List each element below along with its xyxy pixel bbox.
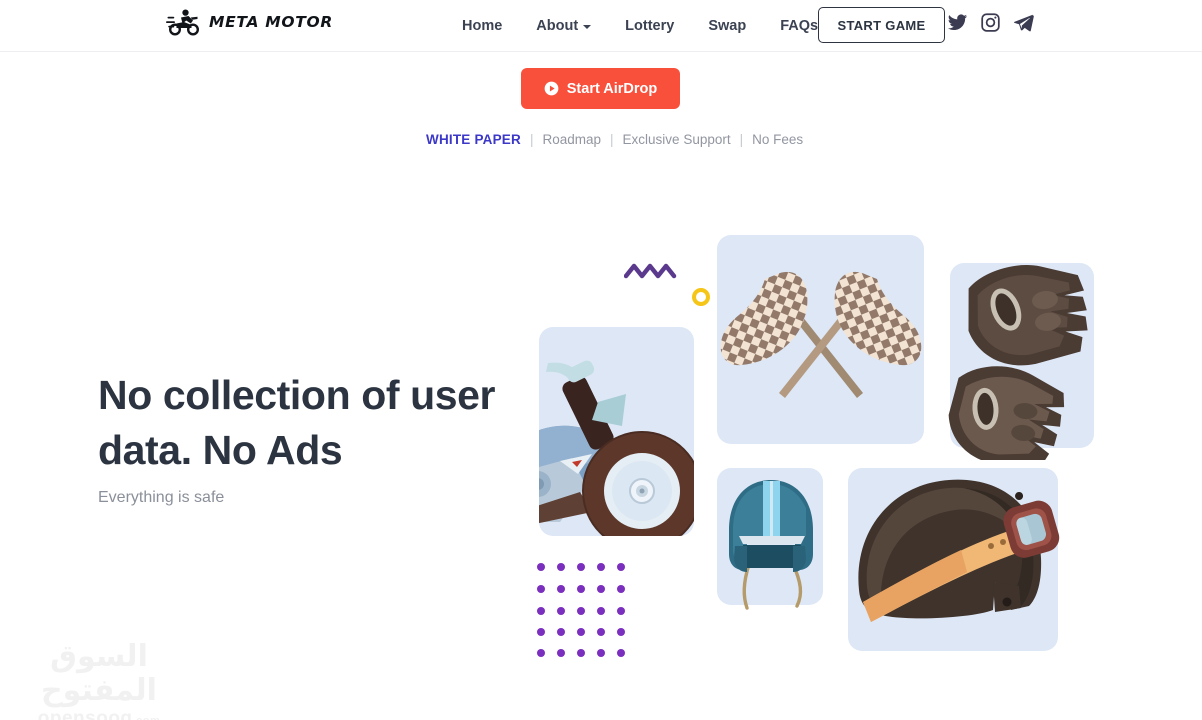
link-white-paper[interactable]: WHITE PAPER (426, 132, 521, 147)
watermark-latin-name: opensooq (37, 708, 133, 720)
link-roadmap[interactable]: Roadmap (542, 132, 601, 147)
checkered-flags-card (717, 235, 924, 444)
start-airdrop-button[interactable]: Start AirDrop (521, 68, 680, 109)
motorcycle-card (539, 327, 694, 536)
motorcycle-rider-icon (166, 9, 200, 36)
page-subtitle: Everything is safe (98, 489, 225, 506)
site-header: META MOTOR Home About Lottery Swap FAQs … (0, 0, 1202, 52)
nav-item-swap[interactable]: Swap (691, 0, 763, 52)
opensooq-watermark: السوق المفتوح opensooq.com (14, 640, 184, 720)
brand-logo-link[interactable]: META MOTOR (166, 7, 333, 37)
nav-item-swap-label: Swap (708, 18, 747, 34)
nav-item-home[interactable]: Home (445, 0, 519, 52)
link-separator-1: | (529, 132, 534, 147)
watermark-arabic-text: السوق المفتوح (41, 639, 157, 708)
yellow-ring-decoration (692, 288, 710, 306)
main-navigation: Home About Lottery Swap FAQs (445, 0, 835, 52)
brown-fingerless-riding-gloves-illustration (948, 265, 1088, 460)
play-circle-icon (544, 81, 559, 96)
nav-item-about[interactable]: About (519, 0, 608, 52)
feature-links: WHITE PAPER | Roadmap | Exclusive Suppor… (426, 132, 803, 147)
twitter-icon[interactable] (947, 12, 968, 33)
vintage-helmet-card (848, 468, 1058, 651)
link-separator-2: | (610, 132, 614, 147)
nav-item-about-label: About (536, 18, 579, 34)
link-no-fees[interactable]: No Fees (752, 132, 803, 147)
start-airdrop-label: Start AirDrop (566, 80, 658, 97)
brand-name: META MOTOR (209, 13, 334, 31)
chevron-down-icon (583, 25, 592, 29)
blue-open-face-helmet-illustration (729, 480, 813, 610)
watermark-latin-text: opensooq.com (14, 708, 184, 720)
purple-zigzag-decoration (624, 263, 677, 279)
social-links (947, 12, 1034, 33)
page-title: No collection of user data. No Ads (98, 372, 496, 473)
nav-item-lottery[interactable]: Lottery (608, 0, 691, 52)
link-separator-3: | (739, 132, 744, 147)
instagram-icon[interactable] (980, 12, 1001, 33)
nav-item-lottery-label: Lottery (625, 18, 675, 34)
crossed-checkered-racing-flags-illustration (720, 271, 922, 398)
start-game-button[interactable]: START GAME (818, 7, 945, 43)
blue-motorcycle-illustration (539, 360, 694, 536)
nav-item-faqs-label: FAQs (780, 18, 819, 34)
page-root: META MOTOR Home About Lottery Swap FAQs … (0, 0, 1202, 720)
nav-item-home-label: Home (462, 18, 503, 34)
purple-dot-grid-decoration (537, 563, 625, 657)
watermark-domain-suffix: .com (133, 715, 161, 720)
blue-helmet-card (717, 468, 823, 605)
brown-vintage-helmet-with-goggles-illustration (858, 479, 1060, 622)
gloves-card (950, 263, 1094, 448)
link-exclusive-support[interactable]: Exclusive Support (623, 132, 731, 147)
telegram-icon[interactable] (1013, 12, 1034, 33)
